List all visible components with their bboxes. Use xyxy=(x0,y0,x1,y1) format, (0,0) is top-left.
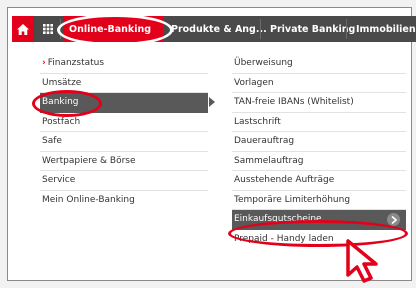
submenu-pointer-icon xyxy=(209,97,215,107)
menu-item-label: Banking xyxy=(42,97,79,108)
nav-separator xyxy=(60,19,61,39)
menu-item-label: TAN-freie IBANs (Whitelist) xyxy=(234,97,354,108)
menu-item-label: Service xyxy=(42,175,76,186)
mouse-pointer-icon xyxy=(346,239,378,283)
grid-menu-icon xyxy=(43,24,53,34)
menu-item-label: Mein Online-Banking xyxy=(42,195,135,206)
submenu-item-vorlagen[interactable]: Vorlagen xyxy=(232,74,406,93)
menu-item-label: Temporäre Limiterhöhung xyxy=(234,194,351,205)
grid-menu-button[interactable] xyxy=(37,16,59,42)
menu-item-postfach[interactable]: Postfach xyxy=(40,113,208,132)
submenu-item-lastschrift[interactable]: Lastschrift xyxy=(232,113,406,132)
menu-item-mein-online-banking[interactable]: Mein Online-Banking xyxy=(40,191,208,211)
tab-private-banking[interactable]: Private Banking xyxy=(264,16,355,42)
menu-item-safe[interactable]: Safe xyxy=(40,132,208,152)
submenu-item-dauerauftrag[interactable]: Dauerauftrag xyxy=(232,132,406,152)
menu-item-label: Prepaid - Handy laden xyxy=(234,234,334,245)
menu-item-wertpapiere-boerse[interactable]: Wertpapiere & Börse xyxy=(40,152,208,171)
submenu-item-ueberweisung[interactable]: Überweisung xyxy=(232,54,406,74)
submenu-item-tan-freie-ibans[interactable]: TAN-freie IBANs (Whitelist) xyxy=(232,93,406,113)
menu-item-label: Lastschrift xyxy=(234,116,281,127)
submenu-item-temporaere-limiterhoehung[interactable]: Temporäre Limiterhöhung xyxy=(232,191,406,210)
menu-item-label: Umsätze xyxy=(42,77,82,88)
chevron-right-circle-icon xyxy=(387,213,400,226)
chevron-right-icon: › xyxy=(42,58,46,69)
menu-item-label: Ausstehende Aufträge xyxy=(234,175,335,186)
nav-separator xyxy=(346,19,347,39)
menu-item-label: Finanzstatus xyxy=(47,58,105,69)
menu-item-service[interactable]: Service xyxy=(40,171,208,191)
menu-item-banking[interactable]: Banking xyxy=(40,93,215,113)
menu-item-label: Dauerauftrag xyxy=(234,136,295,147)
tab-produkte-angebote[interactable]: Produkte & Ang... xyxy=(165,16,267,42)
home-button[interactable] xyxy=(12,16,34,42)
menu-item-label: Überweisung xyxy=(234,58,293,69)
submenu-item-ausstehende-auftraege[interactable]: Ausstehende Aufträge xyxy=(232,171,406,191)
menu-item-umsaetze[interactable]: Umsätze xyxy=(40,74,208,93)
nav-separator xyxy=(260,19,261,39)
menu-item-label: Wertpapiere & Börse xyxy=(42,155,136,166)
menu-item-label: Postfach xyxy=(42,116,81,127)
banking-category-menu: › Finanzstatus Umsätze Banking Postfach … xyxy=(40,54,215,211)
menu-item-label: Sammelauftrag xyxy=(234,155,304,166)
menu-item-finanzstatus[interactable]: › Finanzstatus xyxy=(40,54,208,74)
main-navigation-bar: Online-Banking Produkte & Ang... Private… xyxy=(12,16,416,42)
menu-item-label: Vorlagen xyxy=(234,77,274,88)
submenu-item-sammelauftrag[interactable]: Sammelauftrag xyxy=(232,152,406,171)
home-icon xyxy=(17,23,29,35)
submenu-item-einkaufsgutscheine[interactable]: Einkaufsgutscheine xyxy=(232,210,406,230)
banking-submenu: Überweisung Vorlagen TAN-freie IBANs (Wh… xyxy=(232,54,406,249)
tab-online-banking[interactable]: Online-Banking xyxy=(63,16,163,42)
menu-item-label: Einkaufsgutscheine xyxy=(234,214,322,225)
menu-item-label: Safe xyxy=(42,136,62,147)
tab-immobilien[interactable]: Immobilien xyxy=(350,16,416,42)
